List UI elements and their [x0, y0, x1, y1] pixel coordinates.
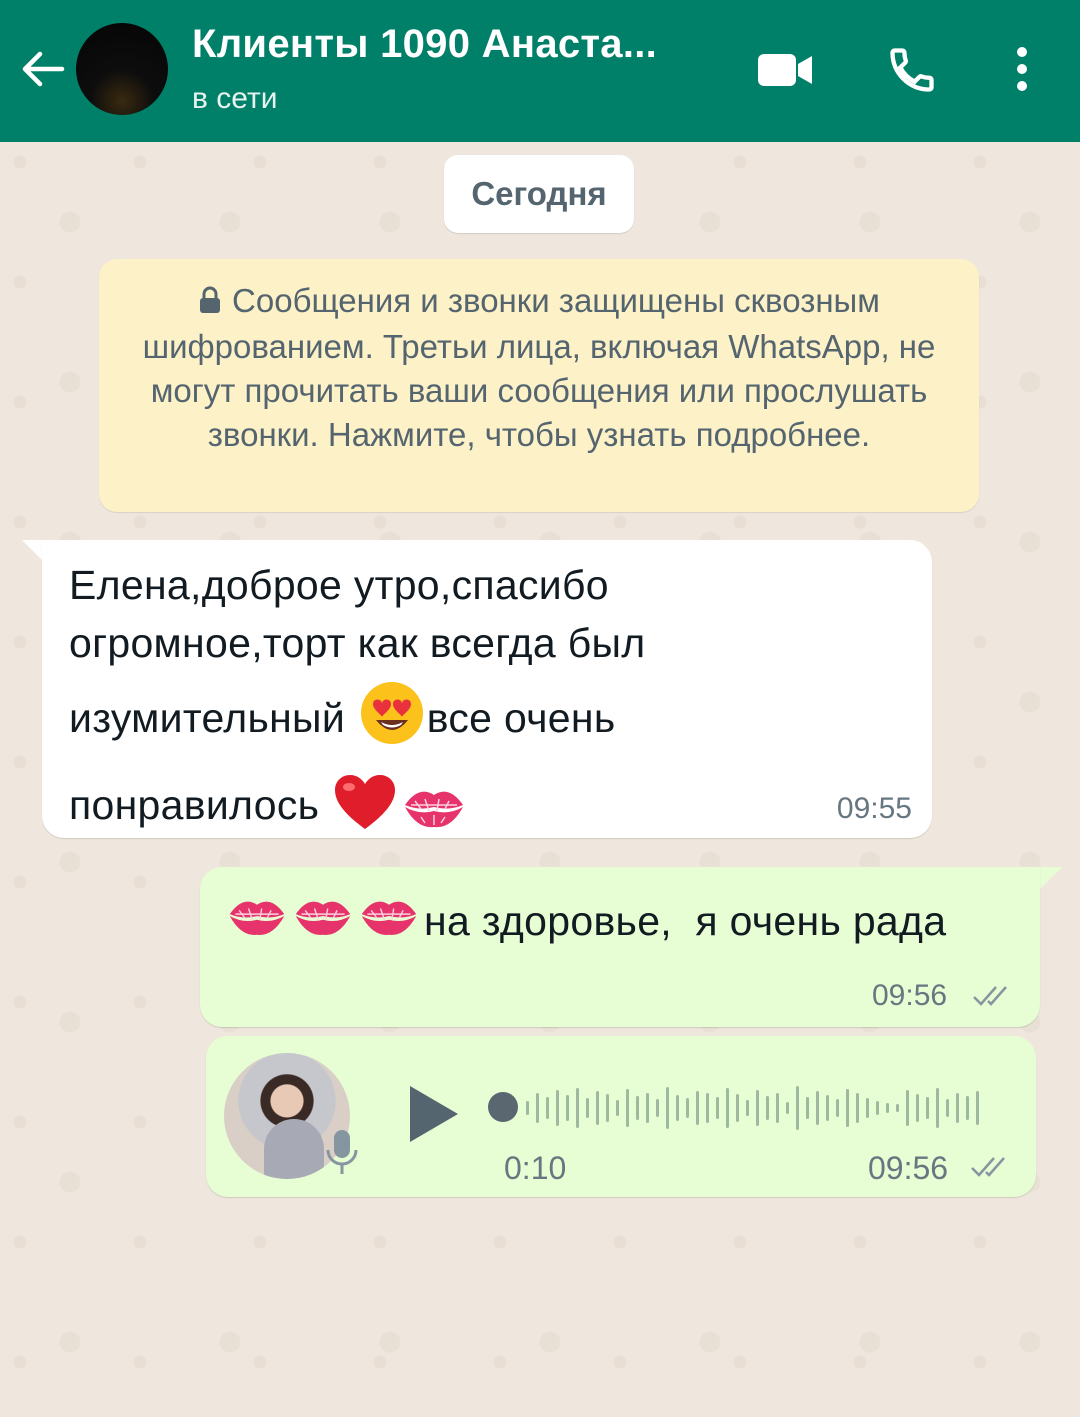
waveform-bar [706, 1093, 709, 1123]
waveform-bar [966, 1096, 969, 1120]
waveform-bar [646, 1093, 649, 1123]
message-time: 09:55 [836, 792, 912, 825]
waveform-bar [876, 1101, 879, 1115]
incoming-message-bubble[interactable]: Елена,доброе утро,спасибо огромное,торт … [42, 540, 932, 838]
waveform-bar [596, 1091, 599, 1125]
waveform-bar [576, 1088, 579, 1128]
message-line: изумительный [69, 695, 346, 741]
waveform-bar [636, 1096, 639, 1120]
waveform-bar [866, 1098, 869, 1118]
waveform-bar [736, 1094, 739, 1122]
waveform-bar [776, 1093, 779, 1123]
waveform-bar [676, 1095, 679, 1121]
waveform-bar [826, 1095, 829, 1121]
phone-icon[interactable] [886, 44, 938, 101]
waveform-bar [896, 1104, 899, 1112]
waveform-bar [946, 1099, 949, 1117]
contact-name[interactable]: Клиенты 1090 Анаста... [192, 22, 657, 67]
voice-duration: 0:10 [504, 1150, 567, 1186]
message-line-with-emoji: изумительный все очень [69, 680, 909, 761]
kiss-mark-emoji [226, 891, 288, 956]
waveform-bar [796, 1086, 799, 1130]
waveform-bar [976, 1091, 979, 1125]
message-line-with-emoji: понравилось [69, 773, 909, 848]
incoming-bubble-tail [22, 540, 44, 562]
message-line: Елена,доброе утро,спасибо [69, 562, 609, 608]
waveform-bar [586, 1098, 589, 1118]
waveform-bar [716, 1097, 719, 1119]
video-call-icon[interactable] [756, 50, 814, 95]
microphone-icon [324, 1128, 360, 1183]
red-heart-emoji [333, 773, 397, 848]
back-arrow-icon[interactable] [18, 44, 68, 94]
waveform-bar [916, 1094, 919, 1122]
kiss-mark-emoji [358, 891, 420, 956]
outgoing-message-content: на здоровье, я очень рада [424, 898, 947, 944]
waveform-bar [756, 1090, 759, 1126]
waveform-bar [686, 1098, 689, 1118]
message-time: 09:56 [872, 979, 948, 1012]
waveform-bar [536, 1093, 539, 1123]
waveform-bar [746, 1100, 749, 1116]
waveform-bar [856, 1093, 859, 1123]
waveform-bar [546, 1097, 549, 1119]
waveform-bar [616, 1100, 619, 1116]
voice-message-bubble[interactable]: 0:10 09:56 [206, 1036, 1036, 1197]
waveform-bar [886, 1103, 889, 1113]
contact-avatar[interactable] [76, 23, 168, 115]
heart-eyes-emoji [359, 680, 425, 761]
waveform-bar [906, 1090, 909, 1126]
waveform-bar [606, 1094, 609, 1122]
encryption-notice[interactable]: Сообщения и звонки защищены сквозным шиф… [99, 259, 979, 512]
waveform-bar [926, 1097, 929, 1119]
waveform-bar [656, 1099, 659, 1117]
waveform-bar [836, 1099, 839, 1117]
waveform-bar [566, 1095, 569, 1121]
lock-icon [198, 281, 222, 325]
message-line: понравилось [69, 782, 320, 828]
chat-header: Клиенты 1090 Анаста... в сети [0, 0, 1080, 142]
waveform-bar [786, 1102, 789, 1114]
waveform-bar [696, 1091, 699, 1125]
waveform-bar [816, 1091, 819, 1125]
waveform-bar [806, 1097, 809, 1119]
message-line: огромное,торт как всегда был [69, 620, 646, 666]
waveform-bar [666, 1087, 669, 1129]
outgoing-message-bubble[interactable]: на здоровье, я очень рада 09:56 [200, 867, 1040, 1027]
date-chip: Сегодня [444, 155, 634, 233]
play-icon[interactable] [406, 1084, 460, 1149]
outgoing-bubble-tail [1040, 867, 1062, 889]
read-ticks-icon [972, 983, 1016, 1014]
encryption-notice-text: Сообщения и звонки защищены сквозным шиф… [142, 282, 936, 453]
waveform-bar [726, 1088, 729, 1128]
kiss-mark-emoji [292, 891, 354, 956]
waveform-bar [526, 1101, 529, 1115]
waveform-bar [956, 1093, 959, 1123]
waveform-bar [556, 1090, 559, 1126]
message-line: все очень [426, 695, 616, 741]
contact-status: в сети [192, 82, 278, 115]
message-time: 09:56 [868, 1150, 949, 1186]
waveform-bar [846, 1089, 849, 1127]
more-vert-icon[interactable] [1008, 44, 1036, 99]
outgoing-message-text: на здоровье, я очень рада [226, 891, 946, 956]
read-ticks-icon [970, 1154, 1014, 1185]
waveform-bar [936, 1088, 939, 1128]
incoming-message-text: Елена,доброе утро,спасибо огромное,торт … [69, 556, 909, 848]
waveform-bar [766, 1096, 769, 1120]
waveform-bar [626, 1089, 629, 1127]
kiss-mark-emoji [401, 781, 467, 848]
voice-waveform[interactable] [488, 1078, 1008, 1138]
waveform-bars [526, 1086, 979, 1130]
